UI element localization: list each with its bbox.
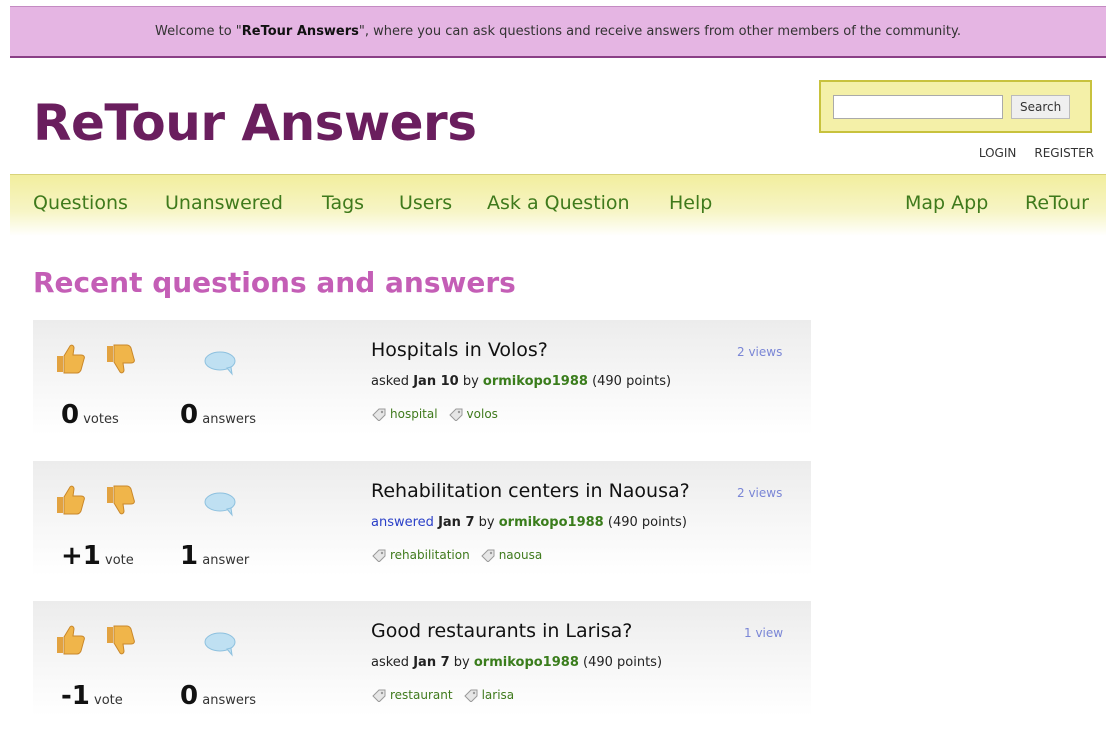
question-meta: asked Jan 10 by ormikopo1988 (490 points… [371,374,671,389]
vote-count: 0 votes [61,400,119,430]
site-logo[interactable]: ReTour Answers [33,94,477,152]
question-item: 0 votes 0 answers Hospitals in Volos? as… [33,320,811,435]
question-by: by [478,515,495,530]
tag-icon [448,408,463,421]
tag-list: rehabilitation naousa [371,548,542,562]
question-meta: answered Jan 7 by ormikopo1988 (490 poin… [371,515,687,530]
question-title[interactable]: Rehabilitation centers in Naousa? [371,480,690,502]
question-action[interactable]: answered [371,515,434,530]
tag-icon [463,689,478,702]
vote-number: -1 [61,681,90,711]
answer-number: 0 [180,400,199,430]
answer-count: 1 answer [180,541,249,571]
question-meta: asked Jan 7 by ormikopo1988 (490 points) [371,655,662,670]
tag-label: restaurant [390,688,453,702]
search-box: Search [819,80,1092,133]
tag-icon [372,689,386,702]
vote-label: votes [83,412,119,427]
thumbs-down-icon[interactable] [103,342,137,376]
search-button[interactable]: Search [1011,94,1071,119]
user-points: (490 points) [607,515,687,530]
tag-label: naousa [498,548,543,562]
speech-bubble-icon [204,351,236,376]
vote-number: 0 [61,400,80,430]
vote-label: vote [105,553,134,568]
answer-count: 0 answers [180,400,256,430]
speech-bubble-icon [204,632,236,657]
thumbs-down-icon[interactable] [103,623,137,657]
vote-number: +1 [61,541,101,571]
user-link[interactable]: ormikopo1988 [499,515,604,530]
tag-list: hospital volos [371,407,498,421]
nav-help[interactable]: Help [669,192,712,214]
nav-unanswered[interactable]: Unanswered [165,192,283,214]
thumbs-up-icon[interactable] [53,483,87,517]
user-points: (490 points) [583,655,663,670]
notice-suffix: ", where you can ask questions and recei… [358,24,961,39]
notice-site-name: ReTour Answers [241,24,359,39]
view-count: 2 views [737,486,783,500]
question-title[interactable]: Hospitals in Volos? [371,339,548,361]
tag[interactable]: volos [448,407,498,421]
question-action: asked [371,655,410,670]
speech-bubble-icon [204,492,236,517]
vote-count: +1 vote [61,541,134,571]
answer-count: 0 answers [180,681,256,711]
tag-icon [480,549,495,562]
thumbs-up-icon[interactable] [53,342,87,376]
answer-label: answers [202,412,256,427]
search-input[interactable] [833,94,1003,119]
tag-label: hospital [390,407,438,421]
tag[interactable]: naousa [480,548,543,562]
page-title: Recent questions and answers [33,266,516,299]
welcome-notice: Welcome to " ReTour Answers ", where you c… [10,6,1106,58]
vote-label: vote [94,693,123,708]
tag[interactable]: rehabilitation [371,548,470,562]
nav-map-app[interactable]: Map App [905,192,988,214]
tag-label: larisa [481,688,515,702]
vote-count: -1 vote [61,681,123,711]
user-link[interactable]: ormikopo1988 [474,655,579,670]
register-link[interactable]: REGISTER [1034,146,1094,160]
question-by: by [453,655,470,670]
user-link[interactable]: ormikopo1988 [483,374,588,389]
tag-label: rehabilitation [390,548,470,562]
auth-links: LOGIN REGISTER [979,146,1094,160]
question-date: Jan 10 [413,374,459,389]
question-item: +1 vote 1 answer Rehabilitation centers … [33,461,811,576]
answer-number: 0 [180,681,199,711]
login-link[interactable]: LOGIN [979,146,1017,160]
question-item: -1 vote 0 answers Good restaurants in La… [33,601,811,716]
tag[interactable]: larisa [463,688,515,702]
view-count: 2 views [737,345,783,359]
tag-label: volos [466,407,498,421]
main-nav: Questions Unanswered Tags Users Ask a Qu… [10,174,1106,236]
answer-label: answer [202,553,250,568]
answer-number: 1 [180,541,199,571]
question-by: by [462,374,479,389]
tag-list: restaurant larisa [371,688,514,702]
question-date: Jan 7 [438,515,475,530]
tag-icon [372,408,386,421]
notice-prefix: Welcome to " [155,24,242,39]
nav-tags[interactable]: Tags [322,192,364,214]
nav-users[interactable]: Users [399,192,452,214]
thumbs-up-icon[interactable] [53,623,87,657]
nav-retour[interactable]: ReTour [1025,192,1089,214]
thumbs-down-icon[interactable] [103,483,137,517]
nav-questions[interactable]: Questions [33,192,128,214]
user-points: (490 points) [592,374,672,389]
question-date: Jan 7 [413,655,450,670]
tag[interactable]: hospital [371,407,438,421]
question-action: asked [371,374,410,389]
nav-ask-question[interactable]: Ask a Question [487,192,630,214]
tag-icon [372,549,386,562]
answer-label: answers [202,693,256,708]
question-title[interactable]: Good restaurants in Larisa? [371,620,632,642]
view-count: 1 view [744,626,784,640]
tag[interactable]: restaurant [371,688,453,702]
